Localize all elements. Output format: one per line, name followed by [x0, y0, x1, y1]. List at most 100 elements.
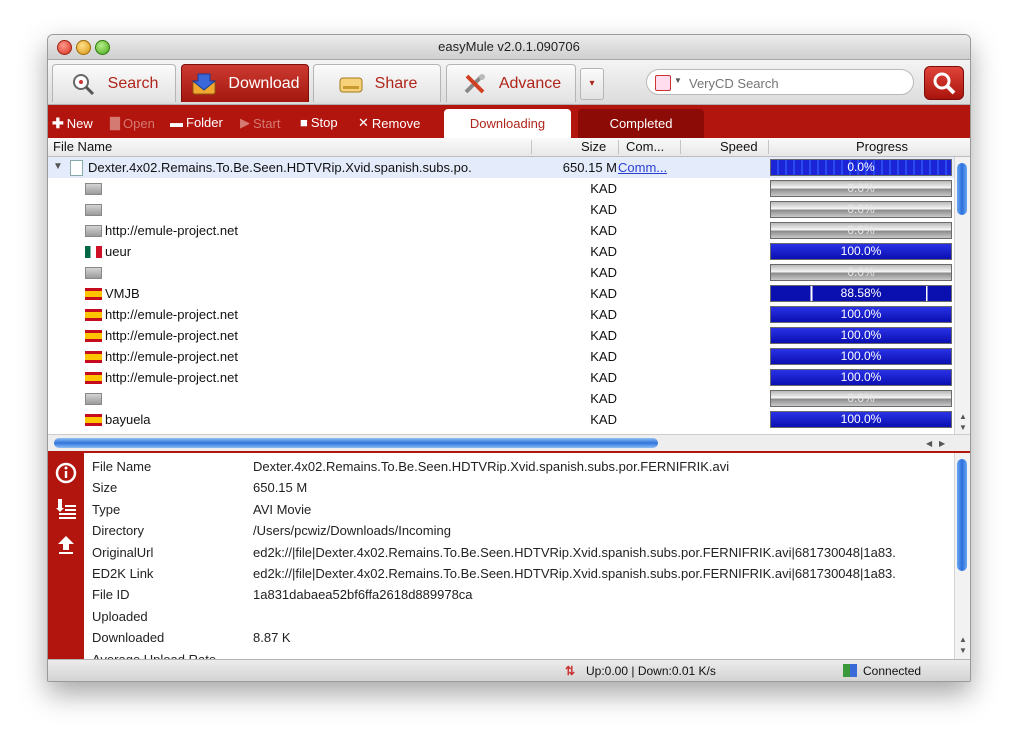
source-row[interactable]: bayuela KAD 100.0%: [48, 409, 954, 430]
source-row[interactable]: KAD 0.0%: [48, 178, 954, 199]
column-progress[interactable]: Progress: [856, 139, 908, 154]
folder-button[interactable]: ▬ Folder: [170, 115, 223, 130]
source-progress: 100.0%: [770, 306, 952, 323]
detail-row: Type AVI Movie: [84, 500, 954, 521]
detail-row: Uploaded: [84, 607, 954, 628]
open-folder-icon: ▇: [110, 115, 120, 130]
app-window: easyMule v2.0.1.090706 Search Download S…: [47, 34, 971, 682]
share-drive-icon: [337, 72, 365, 96]
scroll-thumb[interactable]: [957, 163, 967, 215]
scroll-up-arrow-icon[interactable]: ▲: [959, 412, 967, 421]
details-vertical-scrollbar[interactable]: ▲ ▼: [954, 453, 970, 659]
unknown-country-flag-icon: [85, 183, 102, 195]
new-button[interactable]: ✚ New: [52, 115, 93, 132]
source-progress: 0.0%: [770, 180, 952, 197]
scroll-thumb[interactable]: [54, 438, 658, 448]
tab-download[interactable]: Download: [181, 64, 309, 102]
detail-value[interactable]: /Users/pcwiz/Downloads/Incoming: [253, 523, 451, 538]
search-input[interactable]: [687, 73, 906, 93]
info-icon[interactable]: [55, 462, 77, 484]
scroll-right-arrow-icon[interactable]: ▶: [939, 439, 945, 448]
detail-value[interactable]: Dexter.4x02.Remains.To.Be.Seen.HDTVRip.X…: [253, 459, 729, 474]
source-progress-label: 100.0%: [840, 349, 882, 363]
scroll-thumb[interactable]: [957, 459, 967, 571]
tab-advance[interactable]: Advance: [446, 64, 576, 102]
unknown-country-flag-icon: [85, 393, 102, 405]
more-tabs-dropdown[interactable]: ▾: [580, 68, 604, 100]
source-row[interactable]: http://emule-project.net KAD 100.0%: [48, 346, 954, 367]
tab-share[interactable]: Share: [313, 64, 441, 102]
transfer-status: Up:0.00 | Down:0.01 K/s: [586, 664, 716, 678]
source-type: KAD: [590, 307, 617, 322]
source-row[interactable]: KAD 0.0%: [48, 388, 954, 409]
source-progress-label: 0.0%: [847, 202, 875, 216]
transfer-arrows-icon: ⇅: [565, 664, 576, 678]
remove-button[interactable]: ✕ Remove: [358, 115, 420, 131]
detail-value[interactable]: ed2k://|file|Dexter.4x02.Remains.To.Be.S…: [253, 545, 896, 560]
source-row[interactable]: http://emule-project.net KAD 100.0%: [48, 304, 954, 325]
column-file-name[interactable]: File Name: [53, 139, 112, 154]
source-progress-label: 88.58%: [840, 286, 882, 300]
source-row[interactable]: ueur KAD 100.0%: [48, 241, 954, 262]
spain-flag-icon: [85, 351, 102, 363]
download-box-icon: [190, 72, 218, 96]
main-toolbar: Search Download Share Advance ▾ ▼: [48, 60, 970, 105]
source-progress-label: 0.0%: [847, 181, 875, 195]
column-size[interactable]: Size: [581, 139, 606, 154]
detail-row: File Name Dexter.4x02.Remains.To.Be.Seen.…: [84, 457, 954, 478]
source-row[interactable]: KAD 0.0%: [48, 199, 954, 220]
source-row[interactable]: VMJB KAD 88.58%: [48, 283, 954, 304]
detail-value[interactable]: 1a831dabaea52bf6ffa2618d889978ca: [253, 587, 473, 602]
column-comment[interactable]: Com...: [626, 139, 664, 154]
source-row[interactable]: http://emule-project.net KAD 0.0%: [48, 220, 954, 241]
column-speed[interactable]: Speed: [720, 139, 758, 154]
source-progress: 100.0%: [770, 348, 952, 365]
source-type: KAD: [590, 286, 617, 301]
upload-arrow-icon[interactable]: [55, 533, 77, 555]
list-horizontal-scrollbar[interactable]: ◀ ▶: [48, 434, 970, 451]
source-progress: 100.0%: [770, 327, 952, 344]
source-list-icon[interactable]: [55, 497, 77, 519]
tab-downloading[interactable]: Downloading: [444, 109, 571, 138]
scroll-left-arrow-icon[interactable]: ◀: [926, 439, 932, 448]
start-button[interactable]: ▶ Start: [240, 115, 280, 131]
download-comment-link[interactable]: Comm...: [618, 160, 667, 175]
column-header: File Name Size Com... Speed Progress: [48, 138, 970, 157]
source-row[interactable]: http://emule-project.net KAD 100.0%: [48, 325, 954, 346]
detail-value[interactable]: AVI Movie: [253, 502, 311, 517]
folder-icon: ▬: [170, 115, 183, 130]
spain-flag-icon: [85, 414, 102, 426]
search-button[interactable]: [924, 66, 964, 100]
detail-row: OriginalUrl ed2k://|file|Dexter.4x02.Rema…: [84, 543, 954, 564]
source-name: bayuela: [105, 412, 151, 427]
detail-value[interactable]: ed2k://|file|Dexter.4x02.Remains.To.Be.S…: [253, 566, 896, 581]
detail-value[interactable]: 650.15 M: [253, 480, 307, 495]
scroll-up-arrow-icon[interactable]: ▲: [959, 635, 967, 644]
detail-value[interactable]: 8.87 K: [253, 630, 291, 645]
disclosure-triangle-icon[interactable]: ▼: [53, 161, 63, 172]
scroll-down-arrow-icon[interactable]: ▼: [959, 423, 967, 432]
tab-completed[interactable]: Completed: [578, 109, 704, 138]
list-vertical-scrollbar[interactable]: ▲ ▼: [954, 157, 970, 434]
search-box: ▼: [646, 69, 914, 95]
stop-button[interactable]: ■ Stop: [300, 115, 338, 130]
source-row[interactable]: KAD 0.0%: [48, 262, 954, 283]
close-icon: ✕: [358, 115, 369, 130]
tab-search[interactable]: Search: [52, 64, 176, 102]
spain-flag-icon: [85, 330, 102, 342]
mexico-flag-icon: [85, 246, 102, 258]
detail-row: ED2K Link ed2k://|file|Dexter.4x02.Remain…: [84, 564, 954, 585]
open-button[interactable]: ▇ Open: [110, 115, 155, 131]
chevron-down-icon[interactable]: ▼: [674, 76, 682, 85]
source-row[interactable]: http://emule-project.net KAD 100.0%: [48, 367, 954, 388]
network-icon: [843, 664, 857, 677]
unknown-country-flag-icon: [85, 267, 102, 279]
download-progress: 0.0%: [770, 159, 952, 176]
download-row[interactable]: ▼ Dexter.4x02.Remains.To.Be.Seen.HDTVRip…: [48, 157, 954, 178]
search-engine-icon[interactable]: [655, 75, 671, 91]
details-pane: File Name Dexter.4x02.Remains.To.Be.Seen.…: [48, 453, 970, 659]
source-progress-label: 100.0%: [840, 244, 882, 258]
source-type: KAD: [590, 391, 617, 406]
source-name: ueur: [105, 244, 132, 259]
scroll-down-arrow-icon[interactable]: ▼: [959, 646, 967, 655]
